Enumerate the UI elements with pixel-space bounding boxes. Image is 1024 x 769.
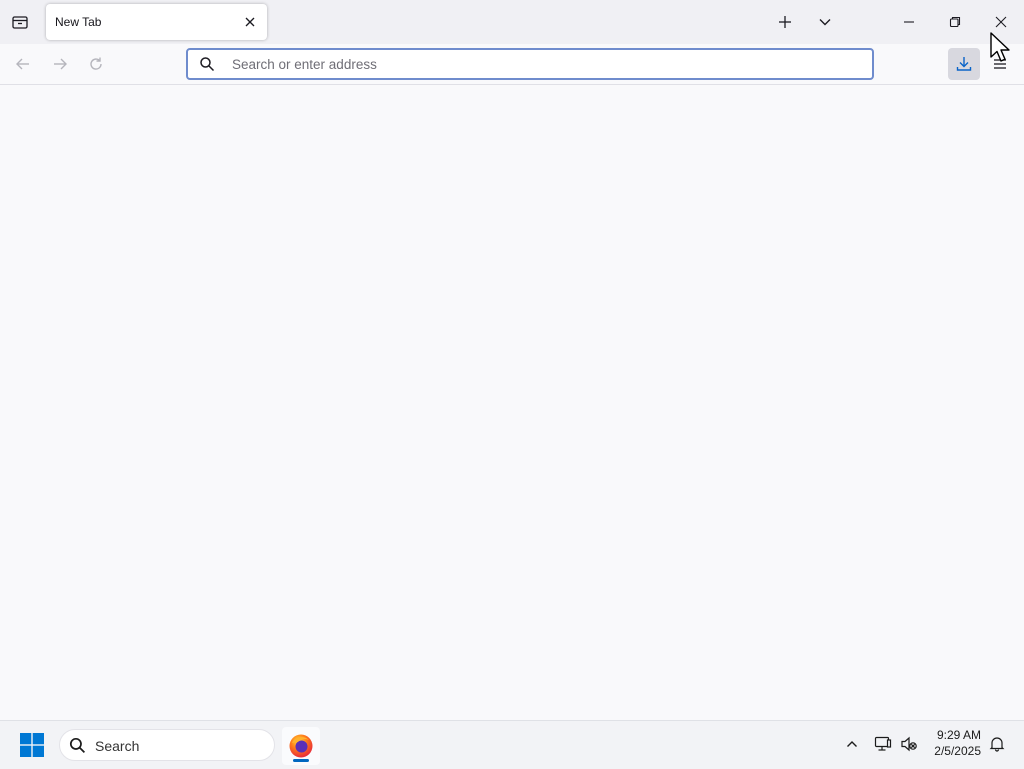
tab-strip: New Tab — [0, 0, 1024, 44]
tab-close-button[interactable] — [238, 10, 262, 34]
volume-button[interactable] — [898, 732, 920, 756]
taskbar-search-box[interactable]: Search — [59, 729, 275, 761]
taskbar: Search — [0, 720, 1024, 769]
search-icon — [68, 736, 86, 754]
show-hidden-icons-button[interactable] — [842, 732, 862, 756]
start-button[interactable] — [12, 727, 52, 763]
forward-arrow-icon — [52, 56, 68, 72]
navigation-toolbar — [0, 44, 1024, 85]
window-minimize-button[interactable] — [886, 0, 932, 44]
back-arrow-icon — [15, 56, 31, 72]
windows-logo-icon — [20, 733, 44, 757]
active-app-indicator — [293, 759, 309, 762]
downloads-button[interactable] — [948, 48, 980, 80]
page-content[interactable] — [0, 85, 1024, 720]
tab-list-button[interactable] — [6, 8, 34, 36]
list-all-tabs-button[interactable] — [810, 8, 840, 36]
restore-icon — [949, 16, 961, 28]
clock-time: 9:29 AM — [936, 728, 981, 742]
address-bar[interactable] — [186, 48, 874, 80]
search-icon — [198, 55, 216, 73]
taskbar-search-label: Search — [95, 738, 140, 754]
network-status-button[interactable] — [872, 732, 894, 756]
notifications-button[interactable] — [986, 732, 1008, 756]
close-icon — [995, 16, 1007, 28]
window-restore-button[interactable] — [932, 0, 978, 44]
volume-muted-icon — [900, 736, 918, 752]
chevron-up-icon — [846, 738, 858, 750]
plus-icon — [778, 15, 792, 29]
tab-new-tab[interactable]: New Tab — [46, 4, 267, 40]
new-tab-button[interactable] — [770, 8, 800, 36]
tab-title: New Tab — [55, 15, 102, 29]
clock-date: 2/5/2025 — [934, 744, 981, 758]
chevron-down-icon — [818, 15, 832, 29]
reload-icon — [88, 56, 104, 72]
firefox-icon — [288, 733, 314, 759]
close-icon — [244, 16, 256, 28]
download-icon — [955, 55, 973, 73]
address-input[interactable] — [232, 50, 852, 78]
network-icon — [874, 736, 892, 752]
tab-list-icon — [11, 13, 29, 31]
bell-icon — [989, 736, 1005, 752]
mouse-cursor — [990, 32, 1014, 66]
minimize-icon — [903, 16, 915, 28]
reload-button[interactable] — [81, 50, 111, 78]
forward-button[interactable] — [45, 50, 75, 78]
back-button[interactable] — [8, 50, 38, 78]
